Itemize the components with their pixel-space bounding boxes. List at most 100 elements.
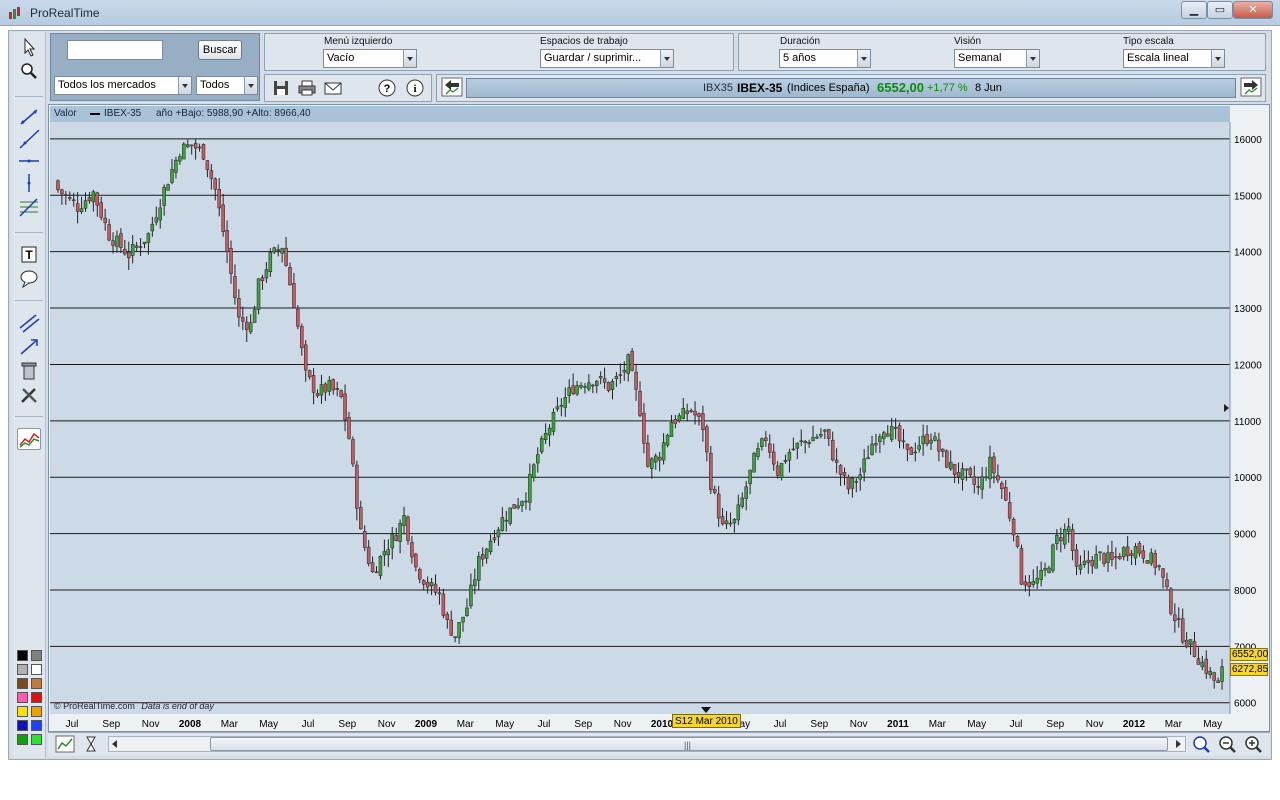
- candle-body: [1000, 483, 1004, 489]
- candle-body: [182, 143, 186, 160]
- chart-plot-area[interactable]: [50, 122, 1230, 714]
- scroll-right-icon[interactable]: [1176, 740, 1181, 748]
- maximize-button[interactable]: ▭: [1207, 1, 1233, 19]
- color-swatch-gray[interactable]: [31, 650, 42, 661]
- market-select[interactable]: Todos los mercados: [54, 76, 192, 95]
- view-select[interactable]: Semanal: [954, 49, 1040, 68]
- color-swatch-blue[interactable]: [17, 720, 28, 731]
- comment-tool[interactable]: [17, 268, 41, 290]
- indicator-tool[interactable]: [17, 428, 41, 450]
- x-tick-label: Mar: [457, 719, 475, 730]
- color-swatch-lightgray[interactable]: [17, 664, 28, 675]
- candle-body: [854, 481, 859, 483]
- candle-body: [886, 433, 890, 437]
- candle-body: [1082, 560, 1087, 565]
- info-button[interactable]: i: [404, 78, 426, 98]
- scale-select[interactable]: Escala lineal: [1123, 49, 1225, 68]
- indicator-icon: [19, 432, 40, 448]
- settings-tool[interactable]: [17, 384, 41, 406]
- chevron-down-icon[interactable]: [244, 77, 257, 94]
- previous-instrument-button[interactable]: [441, 77, 465, 97]
- candle-body: [720, 516, 725, 525]
- x-tick-label: 2011: [887, 719, 909, 730]
- candle-body: [492, 537, 497, 541]
- search-button[interactable]: Buscar: [198, 40, 242, 60]
- candle-body: [374, 571, 379, 574]
- candle-body: [807, 441, 811, 444]
- duration-select[interactable]: 5 años: [779, 49, 871, 68]
- fibonacci-tool[interactable]: [17, 196, 41, 218]
- candle-body: [771, 451, 776, 465]
- candle-body: [453, 636, 457, 638]
- type-select[interactable]: Todos: [196, 76, 258, 95]
- color-swatch-yellow[interactable]: [17, 706, 28, 717]
- indicator-button[interactable]: [80, 734, 102, 754]
- candle-body: [1019, 548, 1024, 585]
- tools-icon: [21, 388, 37, 403]
- price-chart[interactable]: 6000700080009000100001100012000130001400…: [48, 104, 1270, 732]
- zoom-in-button[interactable]: [1242, 734, 1264, 754]
- next-instrument-button[interactable]: [1240, 77, 1264, 97]
- color-swatch-white[interactable]: [31, 664, 42, 675]
- chevron-down-icon[interactable]: [1026, 50, 1039, 67]
- chevron-down-icon[interactable]: [1211, 50, 1224, 67]
- chevron-down-icon[interactable]: [857, 50, 870, 67]
- scroll-left-icon[interactable]: [112, 740, 117, 748]
- help-button[interactable]: ?: [376, 78, 398, 98]
- chevron-down-icon[interactable]: [660, 50, 673, 67]
- chart-settings-button[interactable]: [54, 734, 76, 754]
- save-button[interactable]: [270, 78, 292, 98]
- candle-body: [858, 474, 862, 480]
- minimize-button[interactable]: ▁: [1181, 1, 1207, 19]
- instrument-quote-strip[interactable]: IBX35 IBEX-35 (Indices España) 6552,00 +…: [466, 78, 1236, 98]
- candle-body: [555, 406, 560, 410]
- left-menu-select[interactable]: Vacío: [323, 49, 417, 68]
- candle-body: [1137, 543, 1142, 554]
- horizontal-line-tool[interactable]: [17, 150, 41, 172]
- chevron-down-icon[interactable]: [178, 77, 191, 94]
- pointer-tool[interactable]: [17, 36, 41, 58]
- hourglass-icon: [86, 736, 96, 752]
- candle-body: [390, 533, 394, 549]
- workspaces-select[interactable]: Guardar / suprimir...: [540, 49, 674, 68]
- line-tool[interactable]: [17, 106, 41, 128]
- text-tool[interactable]: T: [17, 244, 41, 266]
- delete-tool[interactable]: [17, 360, 41, 382]
- print-button[interactable]: [296, 78, 318, 98]
- color-swatch-black[interactable]: [17, 650, 28, 661]
- vertical-line-tool[interactable]: [17, 172, 41, 194]
- color-swatch-lightgreen[interactable]: [31, 734, 42, 745]
- zoom-out-button[interactable]: [1216, 734, 1238, 754]
- close-button[interactable]: ✕: [1233, 1, 1273, 19]
- candle-body: [1039, 569, 1043, 580]
- color-swatch-brown[interactable]: [17, 678, 28, 689]
- color-swatch-pink[interactable]: [17, 692, 28, 703]
- color-swatch-red[interactable]: [31, 692, 42, 703]
- color-swatch-amber[interactable]: [31, 706, 42, 717]
- candle-body: [91, 191, 96, 203]
- candle-body: [512, 504, 516, 509]
- candle-body: [606, 382, 611, 391]
- grip-icon: |||: [684, 740, 692, 750]
- zoom-fit-button[interactable]: [1190, 734, 1212, 754]
- trend-tool[interactable]: [17, 336, 41, 358]
- search-input[interactable]: [67, 40, 163, 60]
- candle-body: [119, 233, 123, 248]
- candle-body: [862, 458, 866, 473]
- color-swatch-orange[interactable]: [31, 678, 42, 689]
- scrollbar-thumb[interactable]: |||: [210, 737, 1168, 751]
- channel-tool[interactable]: [17, 312, 41, 334]
- candle-body: [292, 283, 296, 309]
- zoom-tool[interactable]: [17, 60, 41, 82]
- candle-body: [744, 486, 748, 499]
- candle-body: [158, 207, 162, 221]
- x-tick-label: May: [967, 719, 986, 730]
- candle-body: [115, 235, 119, 247]
- color-swatch-lightblue[interactable]: [31, 720, 42, 731]
- mail-button[interactable]: [322, 78, 344, 98]
- instrument-date: 8 Jun: [975, 82, 1002, 94]
- ray-tool[interactable]: [17, 128, 41, 150]
- chevron-down-icon[interactable]: [403, 50, 416, 67]
- color-swatch-green[interactable]: [17, 734, 28, 745]
- x-tick-label: Mar: [1165, 719, 1183, 730]
